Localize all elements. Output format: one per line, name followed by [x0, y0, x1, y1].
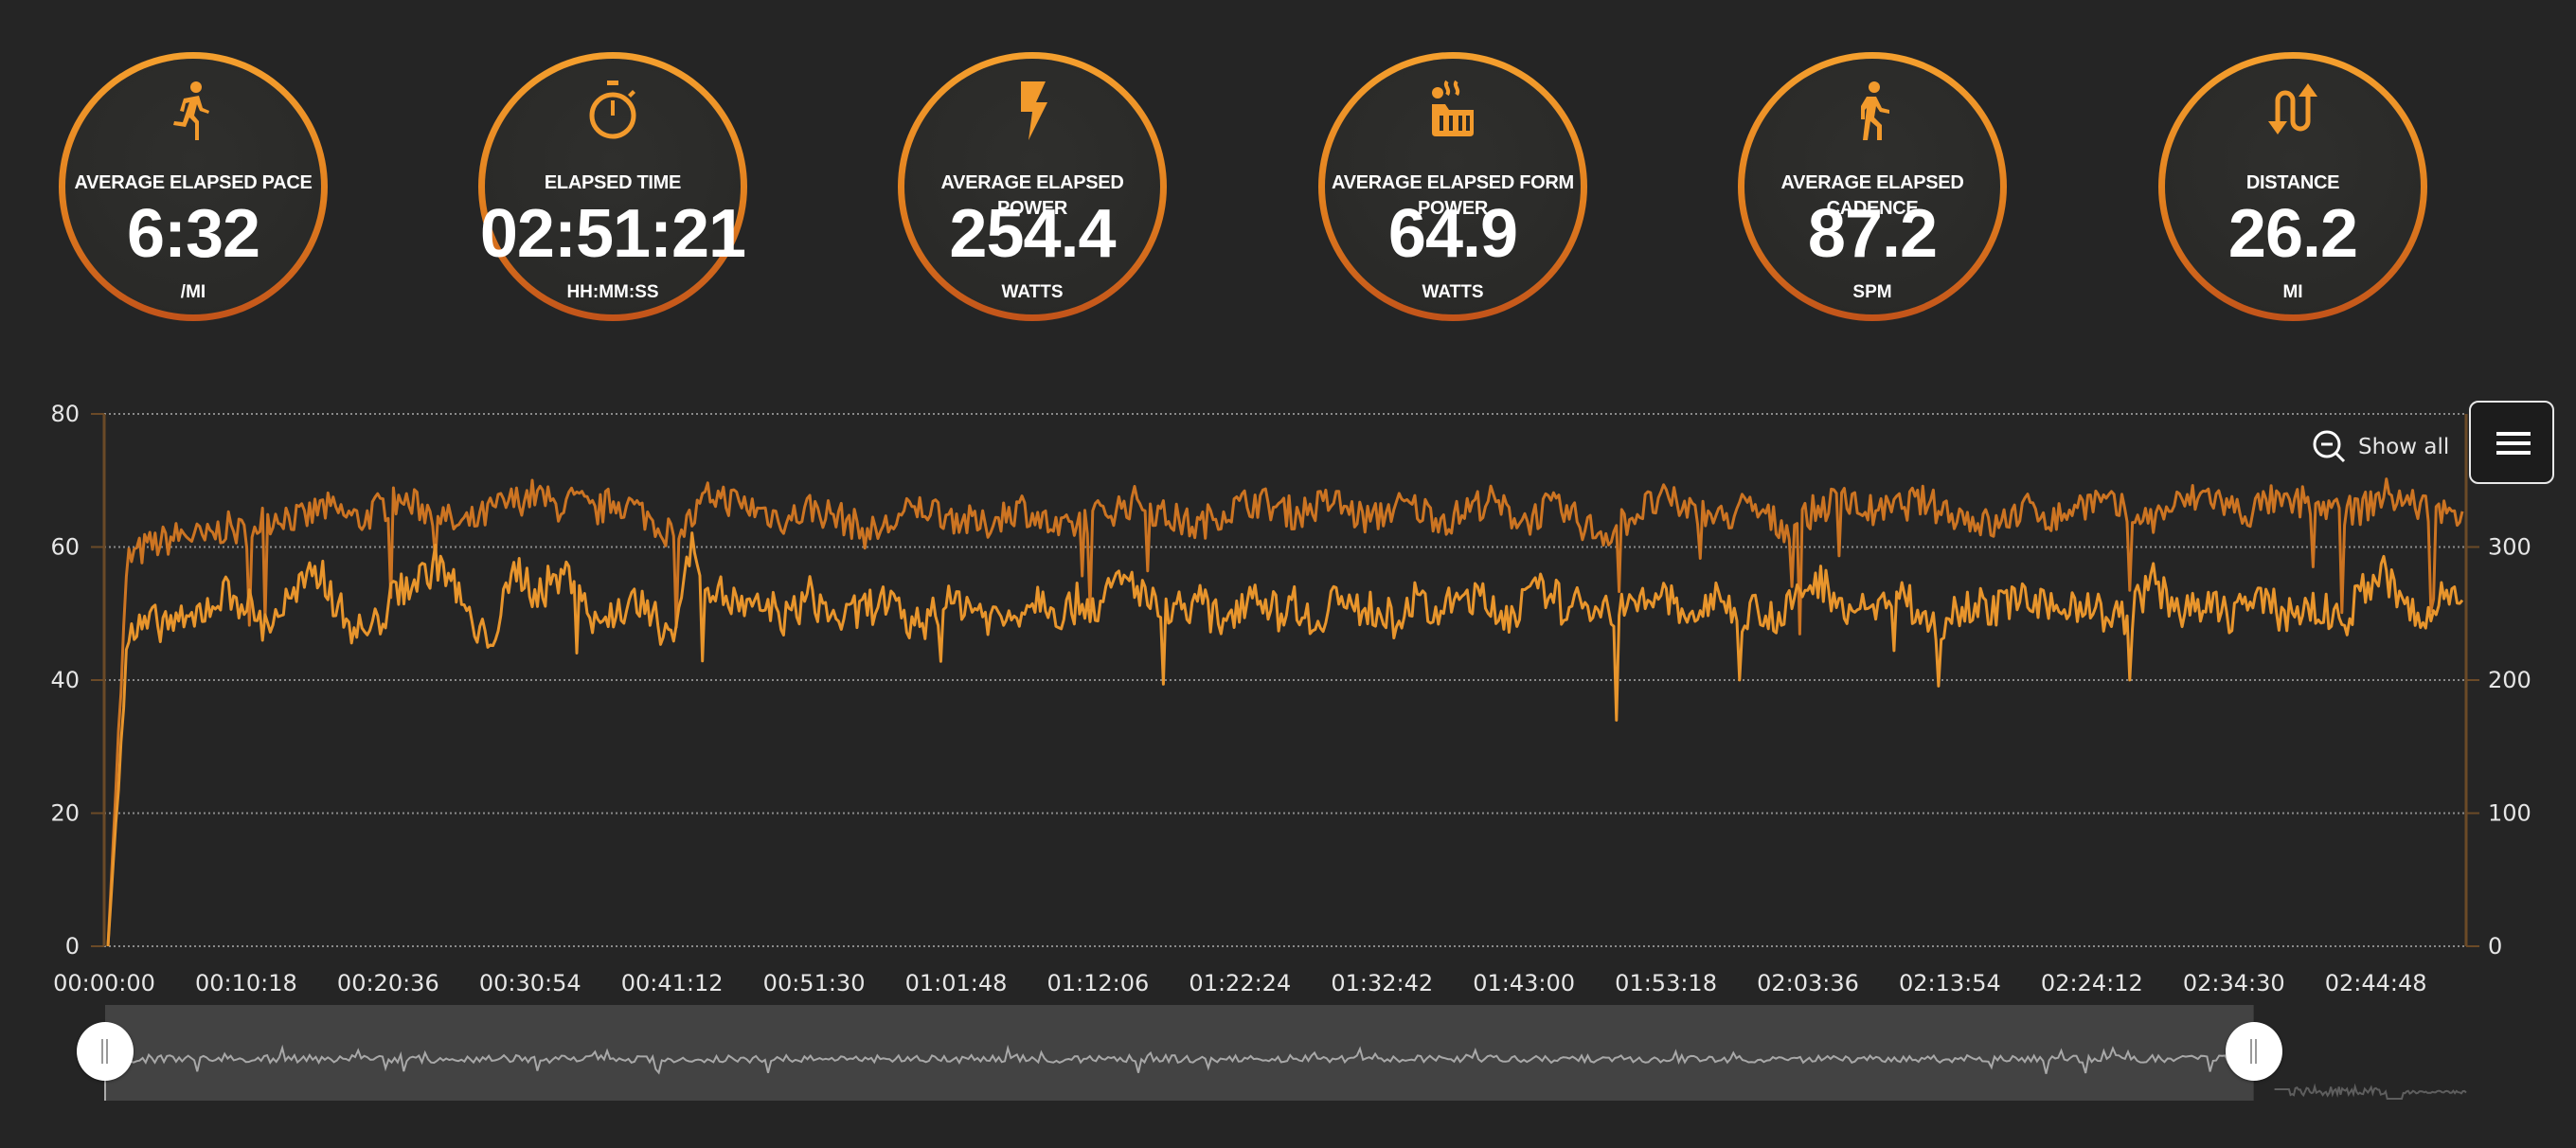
y-tick-label-left: 60 — [50, 534, 80, 561]
navigator — [104, 1005, 2467, 1101]
y-tick-label-right: 200 — [2488, 667, 2531, 693]
zoom-out-icon — [2313, 430, 2346, 463]
x-axis-labels: 00:00:00 00:10:18 00:20:36 00:30:54 00:41:12… — [53, 970, 2426, 996]
navigator-selection — [105, 1005, 2254, 1101]
y-tick-label-left: 20 — [50, 800, 80, 827]
x-tick-label: 02:24:12 — [2041, 970, 2143, 996]
x-tick-label: 02:34:30 — [2183, 970, 2285, 996]
navigator-series-outside — [2274, 1083, 2467, 1100]
x-tick-label: 01:43:00 — [1473, 970, 1575, 996]
y-axis-right-labels: 0 100 200 300 — [2488, 534, 2531, 960]
y-axis-left-labels: 0 20 40 60 80 — [50, 401, 80, 960]
y-tick-label-right: 100 — [2488, 800, 2531, 827]
x-tick-label: 01:12:06 — [1047, 970, 1150, 996]
time-series-chart: 020406080 0100200300 00:00:00 00:10:18 00:… — [50, 401, 2531, 1101]
y-tick-label-left: 40 — [50, 667, 80, 693]
x-tick-label: 00:51:30 — [763, 970, 866, 996]
x-tick-label: 01:53:18 — [1615, 970, 1717, 996]
show-all-button[interactable]: Show all — [2311, 428, 2449, 466]
hamburger-icon — [2496, 441, 2531, 445]
x-tick-label: 00:41:12 — [621, 970, 724, 996]
y-tick-label-left: 80 — [50, 401, 80, 427]
navigator-handle-right[interactable] — [2225, 1022, 2282, 1081]
x-tick-label: 00:10:18 — [195, 970, 297, 996]
navigator-handle-left[interactable] — [77, 1022, 134, 1081]
x-tick-label: 00:20:36 — [337, 970, 439, 996]
x-tick-label: 02:44:48 — [2325, 970, 2427, 996]
x-tick-label: 01:01:48 — [905, 970, 1008, 996]
hamburger-icon — [2496, 451, 2531, 455]
x-tick-label: 00:30:54 — [479, 970, 581, 996]
y-tick-label-right: 0 — [2488, 933, 2502, 960]
y-tick-label-left: 0 — [65, 933, 80, 960]
x-tick-label: 02:03:36 — [1757, 970, 1859, 996]
x-tick-label: 00:00:00 — [53, 970, 155, 996]
series-layer — [106, 477, 2464, 947]
x-tick-label: 01:32:42 — [1331, 970, 1433, 996]
x-tick-label: 02:13:54 — [1899, 970, 2001, 996]
series-line-lower — [106, 531, 2464, 947]
show-all-label: Show all — [2358, 435, 2450, 459]
series-line-upper — [106, 477, 2464, 947]
chart-menu-button[interactable] — [2469, 401, 2554, 484]
x-tick-label: 01:22:24 — [1189, 970, 1291, 996]
y-tick-label-right: 300 — [2488, 534, 2531, 561]
hamburger-icon — [2496, 432, 2531, 436]
